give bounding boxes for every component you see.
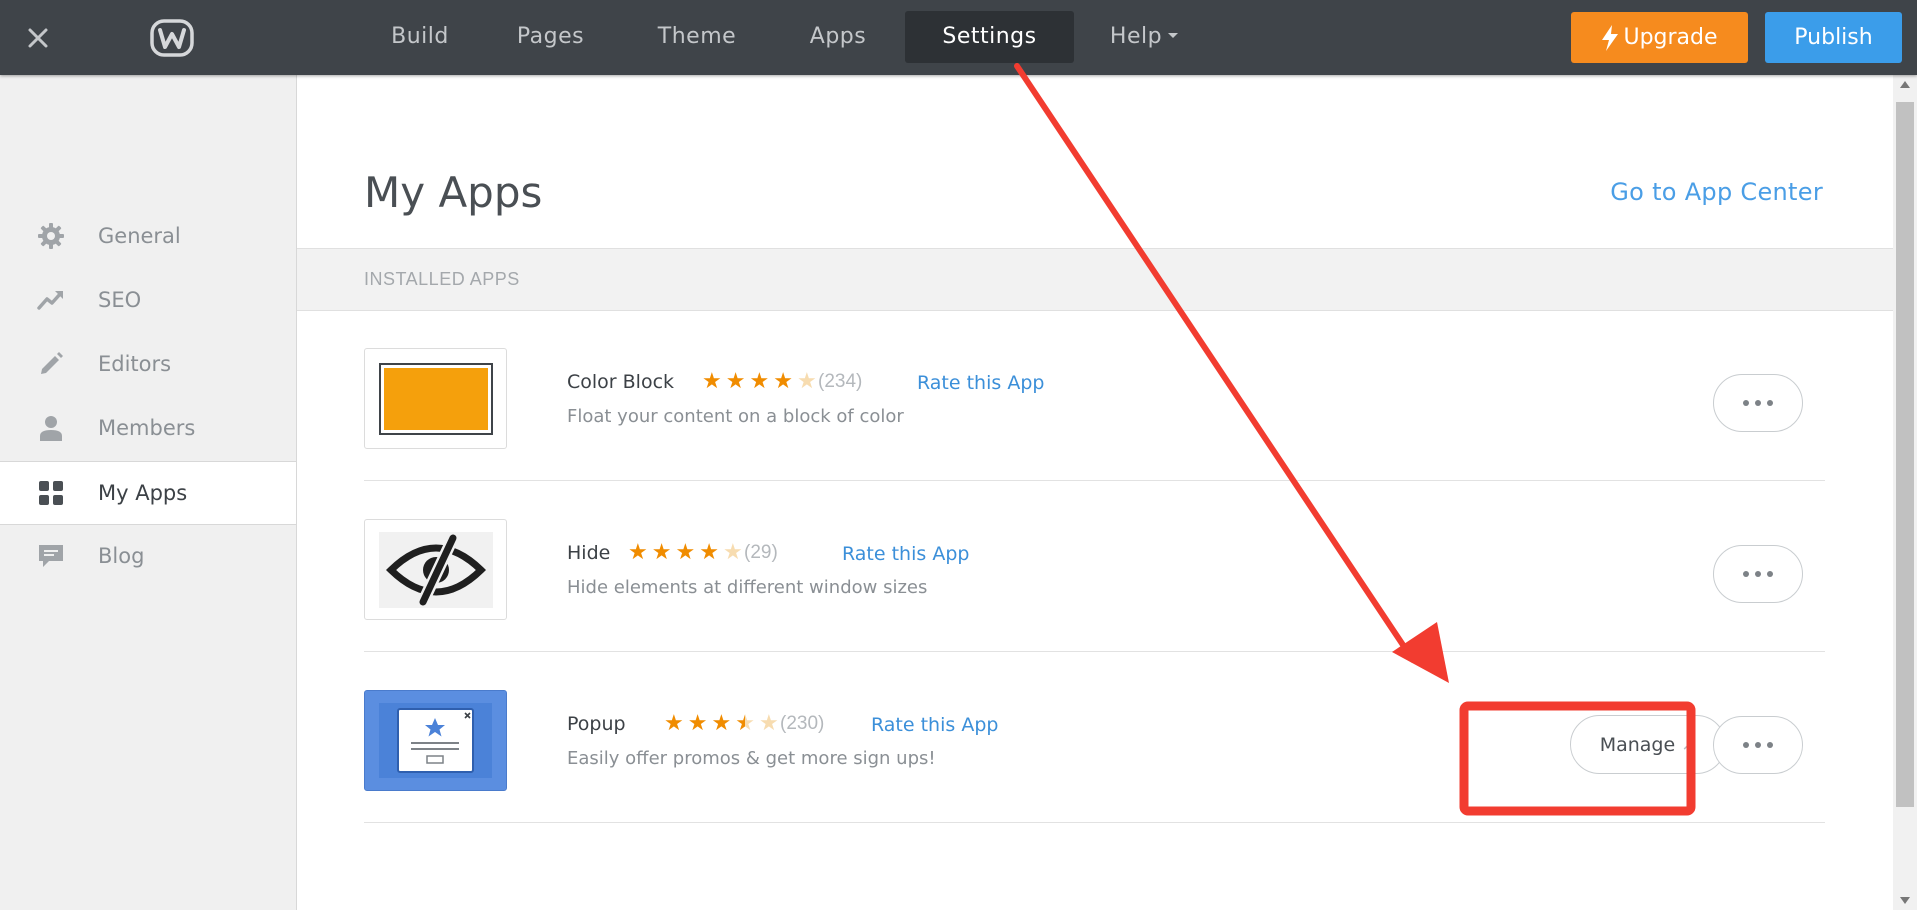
page-title: My Apps: [364, 168, 543, 217]
hide-eye-icon: [378, 531, 493, 608]
vertical-scrollbar[interactable]: [1893, 75, 1917, 910]
weebly-logo-icon: [150, 19, 194, 57]
top-bar: Build Pages Theme Apps Settings Help Upg…: [0, 0, 1917, 75]
pencil-icon: [36, 349, 66, 379]
lightning-icon: [1602, 24, 1619, 51]
app-name: Hide: [567, 542, 611, 564]
nav-theme[interactable]: Theme: [641, 11, 753, 63]
ellipsis-icon: [1743, 571, 1773, 577]
apps-grid-icon: [36, 478, 66, 508]
more-options-button[interactable]: [1713, 716, 1803, 774]
weebly-logo[interactable]: [150, 18, 194, 58]
app-description: Hide elements at different window sizes: [567, 577, 928, 598]
sidebar-item-label: Blog: [98, 544, 145, 568]
star-icon: ★: [711, 710, 732, 735]
upgrade-button[interactable]: Upgrade: [1571, 12, 1748, 63]
star-icon: ★: [628, 539, 648, 564]
star-icon: ★: [675, 539, 696, 564]
star-icon: ★: [722, 539, 743, 564]
scroll-down-arrow-icon[interactable]: [1900, 897, 1910, 904]
star-half-icon: ★: [735, 710, 755, 735]
external-link-icon: ↗: [1681, 734, 1697, 755]
sidebar-item-seo[interactable]: SEO: [0, 269, 296, 331]
app-name: Popup: [567, 713, 626, 735]
popup-thumbnail[interactable]: [364, 690, 507, 791]
chevron-down-icon: [1168, 32, 1179, 38]
nav-build[interactable]: Build: [372, 11, 468, 63]
more-options-button[interactable]: [1713, 374, 1803, 432]
sidebar-item-editors[interactable]: Editors: [0, 333, 296, 395]
rate-app-link[interactable]: Rate this App: [917, 372, 1044, 394]
sidebar-item-my-apps[interactable]: My Apps: [0, 461, 296, 525]
app-description: Easily offer promos & get more sign ups!: [567, 748, 936, 769]
person-icon: [36, 413, 66, 443]
star-icon: ★: [758, 710, 779, 735]
gear-icon: [36, 221, 66, 251]
app-row-hide: Hide ★ ★ ★ ★ ★ (29) Rate this App Hide e…: [364, 481, 1825, 652]
rating-count: (234): [818, 371, 863, 392]
sidebar-item-label: General: [98, 224, 181, 248]
ellipsis-icon: [1743, 400, 1773, 406]
popup-icon: [365, 691, 506, 790]
nav-help-label: Help: [1109, 24, 1163, 49]
star-icon: ★: [699, 539, 719, 564]
star-icon: ★: [664, 710, 684, 735]
rate-app-link[interactable]: Rate this App: [842, 543, 969, 565]
nav-pages[interactable]: Pages: [500, 11, 601, 63]
upgrade-label: Upgrade: [1623, 25, 1718, 50]
sidebar-item-members[interactable]: Members: [0, 397, 296, 459]
star-icon: ★: [796, 368, 817, 393]
app-row-color-block: Color Block ★ ★ ★ ★ ★ (234) Rate this Ap…: [364, 310, 1825, 481]
nav-apps[interactable]: Apps: [792, 11, 884, 63]
ellipsis-icon: [1743, 742, 1773, 748]
manage-button[interactable]: Manage ↗: [1570, 715, 1726, 774]
star-icon: ★: [773, 368, 793, 393]
section-label: INSTALLED APPS: [364, 269, 520, 289]
sidebar-item-label: SEO: [98, 288, 142, 312]
rating-count: (29): [744, 542, 778, 563]
installed-apps-section-header: INSTALLED APPS: [297, 248, 1893, 311]
app-row-popup: Popup ★ ★ ★ ★ ★ (230) Rate this App Easi…: [364, 652, 1825, 823]
app-description: Float your content on a block of color: [567, 406, 904, 427]
rating-count: (230): [780, 713, 825, 734]
manage-label: Manage: [1599, 733, 1676, 756]
comment-icon: [36, 541, 66, 571]
trend-icon: [36, 285, 66, 315]
star-icon: ★: [651, 539, 672, 564]
main-content: My Apps Go to App Center INSTALLED APPS …: [297, 75, 1893, 910]
hide-eye-thumbnail[interactable]: [364, 519, 507, 620]
color-block-icon: [378, 362, 493, 435]
more-options-button[interactable]: [1713, 545, 1803, 603]
sidebar-item-label: My Apps: [98, 481, 188, 505]
sidebar-item-label: Editors: [98, 352, 172, 376]
rate-app-link[interactable]: Rate this App: [871, 714, 998, 736]
go-to-app-center-link[interactable]: Go to App Center: [1610, 178, 1823, 206]
nav-help[interactable]: Help: [1096, 11, 1192, 63]
star-icon: ★: [725, 368, 746, 393]
rating-stars: ★ ★ ★ ★ ★: [702, 369, 821, 393]
nav-settings[interactable]: Settings: [905, 11, 1074, 63]
sidebar-item-blog[interactable]: Blog: [0, 525, 296, 587]
close-icon: [28, 28, 48, 48]
scrollbar-thumb[interactable]: [1896, 102, 1914, 807]
publish-button[interactable]: Publish: [1765, 12, 1902, 63]
rating-stars: ★ ★ ★ ★ ★: [628, 540, 747, 564]
rating-stars: ★ ★ ★ ★ ★: [664, 711, 783, 735]
app-name: Color Block: [567, 371, 675, 393]
color-block-thumbnail[interactable]: [364, 348, 507, 449]
scroll-up-arrow-icon[interactable]: [1900, 81, 1910, 88]
star-icon: ★: [702, 368, 722, 393]
close-button[interactable]: [20, 20, 56, 56]
star-icon: ★: [687, 710, 708, 735]
sidebar-item-label: Members: [98, 416, 196, 440]
settings-sidebar: General SEO Editors Members My Apps Blog: [0, 75, 297, 910]
star-icon: ★: [749, 368, 770, 393]
sidebar-item-general[interactable]: General: [0, 205, 296, 267]
